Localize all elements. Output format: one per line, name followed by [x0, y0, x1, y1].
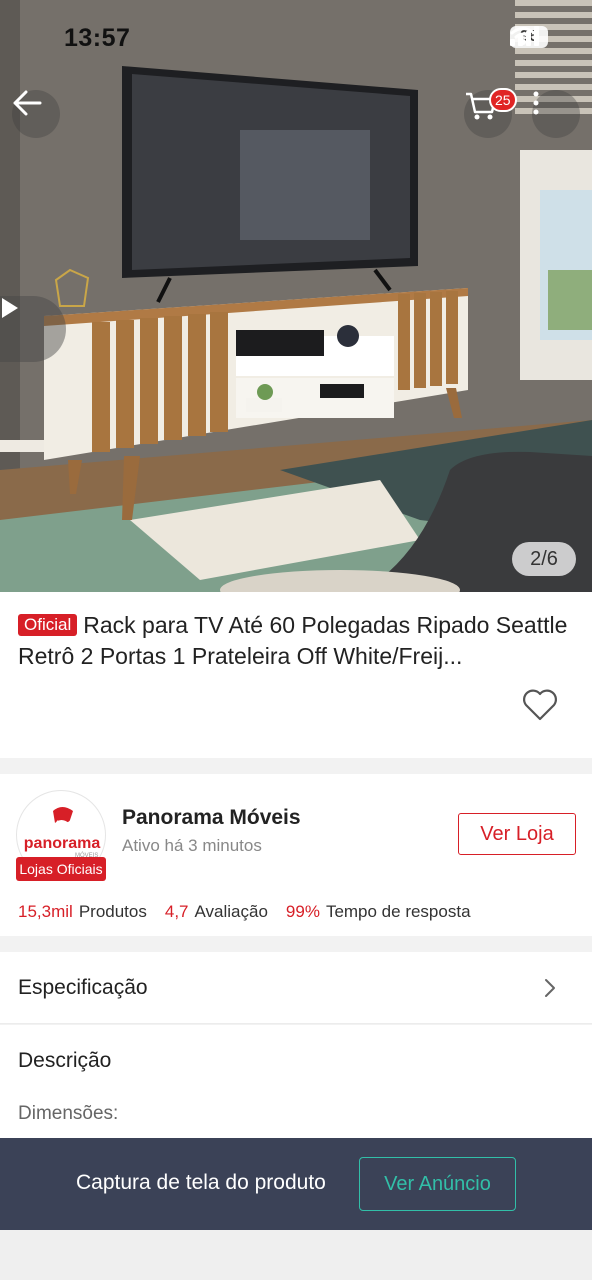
store-name[interactable]: Panorama Móveis — [122, 806, 301, 830]
store-section[interactable]: panorama MÓVEIS Lojas Oficiais Panorama … — [0, 774, 592, 936]
back-button[interactable] — [12, 90, 60, 138]
more-vertical-icon — [533, 91, 539, 115]
cart-count-badge: 25 — [489, 88, 517, 112]
official-badge: Oficial — [18, 614, 78, 636]
store-logo-text: panorama — [23, 835, 101, 852]
chevron-right-icon — [545, 979, 555, 997]
more-options-button[interactable] — [532, 90, 580, 138]
favorite-button[interactable] — [522, 688, 558, 722]
view-ad-button[interactable]: Ver Anúncio — [359, 1157, 516, 1211]
heart-icon — [523, 689, 557, 721]
stat-products: 15,3mil Produtos — [18, 902, 147, 921]
description-text: Dimensões: — [18, 1103, 119, 1124]
screenshot-banner-text: Captura de tela do produto — [76, 1171, 326, 1194]
bottom-spacer — [0, 1230, 592, 1280]
stat-rating: 4,7 Avaliação — [164, 902, 268, 921]
description-section: Descrição Dimensões: — [0, 1025, 592, 1140]
play-video-button[interactable] — [0, 296, 66, 362]
visit-store-button[interactable]: Ver Loja — [458, 813, 576, 855]
play-icon — [2, 298, 18, 318]
product-title: Oficial Rack para TV Até 60 Polegadas Rip… — [18, 610, 574, 672]
image-counter: 2/6 — [512, 542, 576, 576]
store-stats: 15,3mil Produtos 4,7 Avaliação 99% Tempo de… — [18, 902, 471, 922]
store-active-status: Ativo há 3 minutos — [122, 836, 262, 855]
official-stores-tag: Lojas Oficiais — [16, 857, 106, 881]
description-title: Descrição — [18, 1049, 112, 1072]
wifi-icon — [510, 27, 536, 45]
arrow-left-icon — [13, 90, 42, 116]
status-time: 13:57 — [64, 24, 131, 52]
product-screenshot-banner: Captura de tela do produto Ver Anúncio — [0, 1138, 592, 1230]
stat-response-time: 99% Tempo de resposta — [285, 902, 471, 921]
specification-row[interactable]: Especificação — [0, 952, 592, 1024]
product-image[interactable]: 13:57 36 25 — [0, 0, 592, 592]
status-icons: 36 — [510, 26, 548, 48]
product-title-text: Rack para TV Até 60 Polegadas Ripado Sea… — [18, 612, 568, 669]
specification-label: Especificação — [18, 976, 148, 999]
status-bar: 13:57 36 — [0, 0, 592, 80]
product-title-section: Oficial Rack para TV Até 60 Polegadas Rip… — [0, 592, 592, 758]
